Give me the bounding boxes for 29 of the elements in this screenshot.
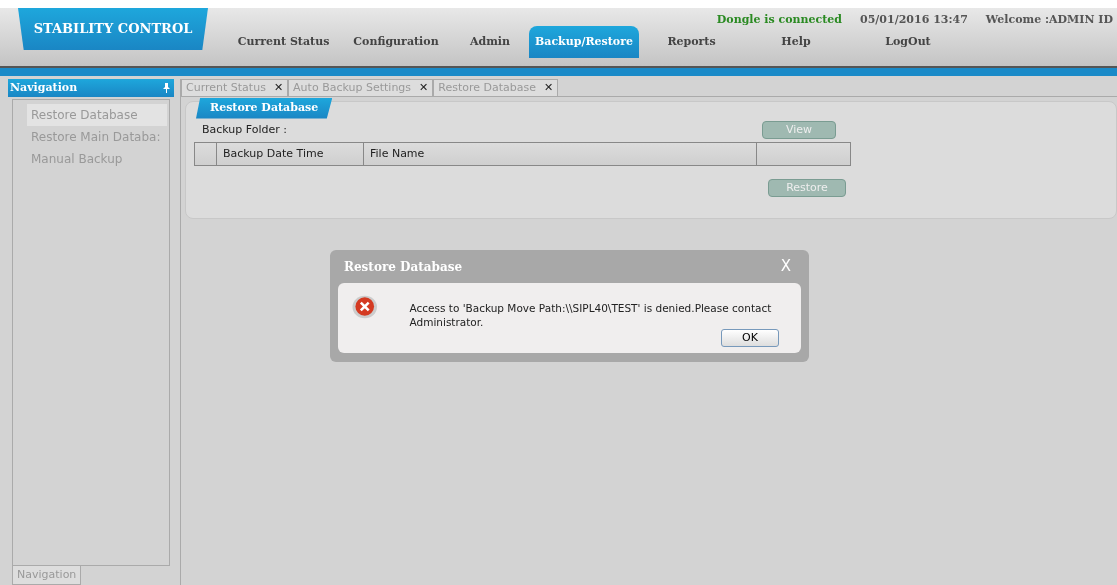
close-icon[interactable]: ✕ [419,79,429,97]
pin-icon[interactable] [163,83,170,93]
tab-label: Current Status [186,79,266,96]
error-message: Access to 'Backup Move Path:\\SIPL40\TEST' is denied.Please contact Administrator. [409,301,773,330]
app-logo-title: STABILITY CONTROL [18,8,208,50]
menu-tab[interactable]: LogOut [848,26,968,58]
menu-tab[interactable]: Help [744,26,848,58]
field-label: Backup Folder : [202,121,288,138]
document-tab[interactable]: Current Status ✕ [181,79,289,96]
welcome-text: Welcome :ADMIN ID [985,12,1113,26]
date-time: 05/01/2016 13:47 [860,12,968,26]
menu-tab[interactable]: Configuration [341,26,451,58]
tab-label: Restore Database [438,79,537,96]
menu-tab[interactable]: Backup/Restore [529,26,639,58]
column-header: Backup Date Time [217,143,364,165]
tab-label: Auto Backup Settings [293,79,412,96]
document-tab[interactable]: Restore Database ✕ [433,79,559,96]
panel-title: Navigation [10,79,78,96]
dialog-title: Restore Database [344,258,463,276]
menu-tab[interactable]: Reports [639,26,744,58]
document-tab[interactable]: Auto Backup Settings ✕ [288,79,434,96]
ok-button[interactable]: OK [721,329,779,347]
close-icon[interactable]: ✕ [544,79,554,97]
error-icon [352,295,378,319]
menu-tab[interactable]: Current Status [226,26,341,58]
menu-tab[interactable]: Admin [451,26,529,58]
column-header: File Name [364,143,757,165]
close-icon[interactable]: ✕ [273,79,284,97]
dongle-status: Dongle is connected [716,12,843,26]
